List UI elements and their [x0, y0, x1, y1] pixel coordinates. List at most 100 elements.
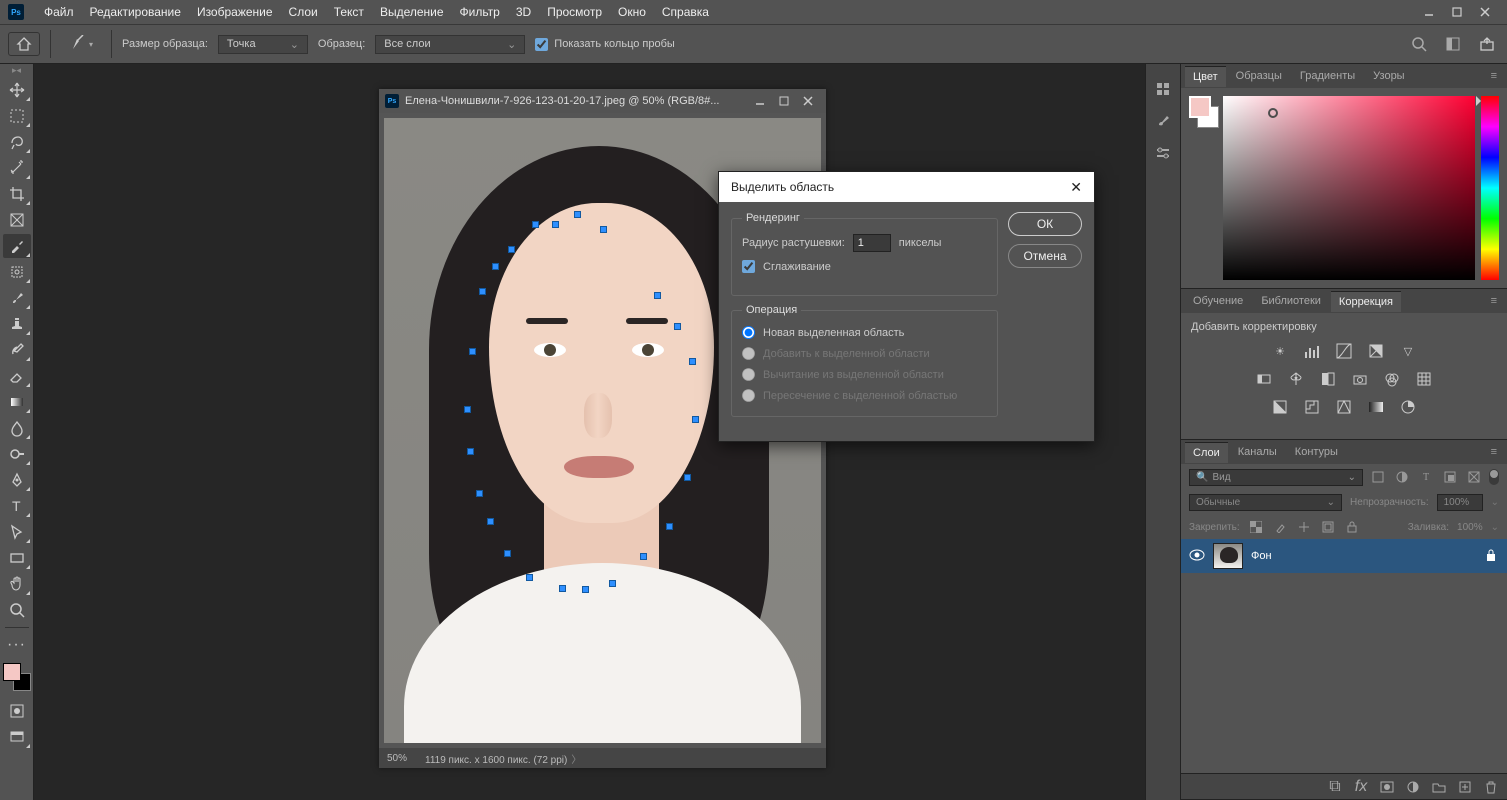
anchor-point[interactable]	[526, 574, 533, 581]
ok-button[interactable]: ОК	[1008, 212, 1082, 236]
layer-thumbnail[interactable]	[1213, 543, 1243, 569]
lasso-tool[interactable]	[3, 130, 31, 154]
layer-mask-icon[interactable]	[1379, 779, 1395, 795]
layer-fx-icon[interactable]: fx	[1353, 779, 1369, 795]
layer-lock-icon[interactable]	[1485, 548, 1499, 565]
layer-visibility-icon[interactable]	[1189, 549, 1205, 564]
menu-file[interactable]: Файл	[36, 5, 82, 19]
anchor-point[interactable]	[674, 323, 681, 330]
adj-posterize-icon[interactable]	[1301, 397, 1323, 417]
adj-gradientmap-icon[interactable]	[1365, 397, 1387, 417]
filter-type-icon[interactable]: T	[1417, 468, 1435, 486]
edit-toolbar[interactable]: ···	[3, 633, 31, 657]
collapsed-icon-brush[interactable]	[1149, 108, 1177, 134]
eyedropper-tool[interactable]	[3, 234, 31, 258]
tab-color[interactable]: Цвет	[1185, 66, 1226, 87]
history-brush-tool[interactable]	[3, 338, 31, 362]
adj-hue-icon[interactable]	[1253, 369, 1275, 389]
window-close[interactable]	[1471, 0, 1499, 24]
lock-position-icon[interactable]	[1296, 519, 1312, 535]
new-layer-icon[interactable]	[1457, 779, 1473, 795]
anchor-point[interactable]	[559, 585, 566, 592]
anchor-point[interactable]	[582, 586, 589, 593]
search-button[interactable]	[1407, 32, 1431, 56]
shape-tool[interactable]	[3, 546, 31, 570]
adj-photofilter-icon[interactable]	[1349, 369, 1371, 389]
opacity-value[interactable]: 100%	[1437, 494, 1483, 511]
foreground-color[interactable]	[1189, 96, 1211, 118]
link-layers-icon[interactable]: ⧉	[1327, 779, 1343, 795]
anchor-point[interactable]	[640, 553, 647, 560]
op-new-radio[interactable]	[742, 326, 755, 339]
color-swatches[interactable]	[3, 663, 31, 691]
doc-maximize[interactable]	[772, 92, 796, 110]
adj-bw-icon[interactable]	[1317, 369, 1339, 389]
color-panel-menu[interactable]: ≡	[1485, 70, 1503, 82]
menu-help[interactable]: Справка	[654, 5, 717, 19]
anchor-point[interactable]	[684, 474, 691, 481]
toolbar-grip[interactable]: ▸◂	[12, 68, 21, 73]
dodge-tool[interactable]	[3, 442, 31, 466]
adj-exposure-icon[interactable]	[1365, 341, 1387, 361]
path-selection-tool[interactable]	[3, 520, 31, 544]
anchor-point[interactable]	[689, 358, 696, 365]
screen-mode-toggle[interactable]	[3, 725, 31, 749]
adj-curves-icon[interactable]	[1333, 341, 1355, 361]
anchor-point[interactable]	[654, 292, 661, 299]
adj-threshold-icon[interactable]	[1333, 397, 1355, 417]
collapsed-icon-history[interactable]	[1149, 76, 1177, 102]
window-maximize[interactable]	[1443, 0, 1471, 24]
adj-levels-icon[interactable]	[1301, 341, 1323, 361]
adj-balance-icon[interactable]	[1285, 369, 1307, 389]
anchor-point[interactable]	[464, 406, 471, 413]
layers-panel-menu[interactable]: ≡	[1485, 446, 1503, 458]
menu-3d[interactable]: 3D	[508, 5, 539, 19]
share-button[interactable]	[1475, 32, 1499, 56]
antialias-checkbox[interactable]	[742, 260, 755, 273]
tab-swatches[interactable]: Образцы	[1228, 66, 1290, 86]
menu-filter[interactable]: Фильтр	[452, 5, 508, 19]
doc-close[interactable]	[796, 92, 820, 110]
hand-tool[interactable]	[3, 572, 31, 596]
dialog-titlebar[interactable]: Выделить область ✕	[719, 172, 1094, 202]
blur-tool[interactable]	[3, 416, 31, 440]
blend-mode-dropdown[interactable]: Обычные⌄	[1189, 494, 1342, 511]
lock-all-icon[interactable]	[1344, 519, 1360, 535]
anchor-point[interactable]	[508, 246, 515, 253]
adj-selectivecolor-icon[interactable]	[1397, 397, 1419, 417]
anchor-point[interactable]	[479, 288, 486, 295]
lock-paint-icon[interactable]	[1272, 519, 1288, 535]
hue-slider[interactable]	[1481, 96, 1499, 280]
anchor-point[interactable]	[467, 448, 474, 455]
layer-item-background[interactable]: Фон	[1181, 539, 1507, 573]
fg-bg-swatches[interactable]	[1189, 96, 1217, 280]
filter-shape-icon[interactable]	[1441, 468, 1459, 486]
show-ring-checkbox[interactable]	[535, 38, 548, 51]
tab-channels[interactable]: Каналы	[1230, 442, 1285, 462]
doc-minimize[interactable]	[748, 92, 772, 110]
clone-stamp-tool[interactable]	[3, 312, 31, 336]
anchor-point[interactable]	[492, 263, 499, 270]
tab-learning[interactable]: Обучение	[1185, 291, 1251, 311]
adj-invert-icon[interactable]	[1269, 397, 1291, 417]
anchor-point[interactable]	[574, 211, 581, 218]
type-tool[interactable]: T	[3, 494, 31, 518]
healing-tool[interactable]	[3, 260, 31, 284]
gradient-tool[interactable]	[3, 390, 31, 414]
zoom-tool[interactable]	[3, 598, 31, 622]
menu-window[interactable]: Окно	[610, 5, 654, 19]
window-minimize[interactable]	[1415, 0, 1443, 24]
crop-tool[interactable]	[3, 182, 31, 206]
anchor-point[interactable]	[552, 221, 559, 228]
doc-zoom[interactable]: 50%	[387, 753, 407, 764]
tab-libraries[interactable]: Библиотеки	[1253, 291, 1329, 311]
sample-layers-dropdown[interactable]: Все слои⌄	[375, 35, 525, 54]
anchor-point[interactable]	[504, 550, 511, 557]
tab-paths[interactable]: Контуры	[1287, 442, 1346, 462]
move-tool[interactable]	[3, 78, 31, 102]
anchor-point[interactable]	[487, 518, 494, 525]
anchor-point[interactable]	[609, 580, 616, 587]
sample-size-dropdown[interactable]: Точка⌄	[218, 35, 308, 54]
frame-tool[interactable]	[3, 208, 31, 232]
delete-layer-icon[interactable]	[1483, 779, 1499, 795]
